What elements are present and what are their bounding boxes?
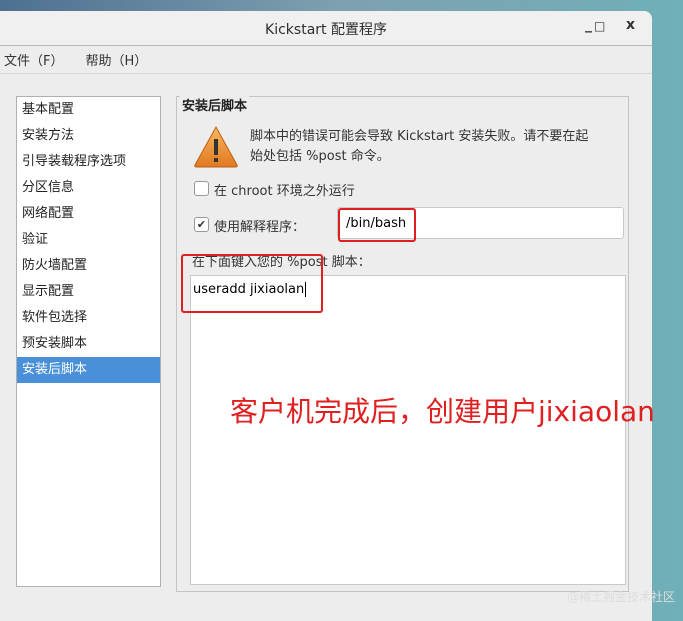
- sidebar-item[interactable]: 安装方法: [17, 123, 160, 149]
- sidebar-item[interactable]: 验证: [17, 227, 160, 253]
- sidebar-item[interactable]: 引导装载程序选项: [17, 149, 160, 175]
- interpreter-label: 使用解释程序：: [214, 220, 306, 235]
- chroot-label: 在 chroot 环境之外运行: [214, 184, 355, 199]
- sidebar-item[interactable]: 基本配置: [17, 97, 160, 123]
- script-textarea[interactable]: useradd jixiaolan​: [190, 275, 626, 585]
- post-script-panel: 安装后脚本 脚本中的错误可能会导致 Kickstart 安装失败。请不要在起始处…: [176, 95, 629, 592]
- chroot-checkbox[interactable]: [194, 181, 209, 196]
- menu-bar: 文件（F） 帮助（H）: [0, 46, 652, 74]
- maximize-button[interactable]: □: [594, 19, 605, 33]
- kickstart-window: Kickstart 配置程序 _ □ x 文件（F） 帮助（H） 基本配置 安装…: [0, 11, 652, 621]
- sidebar-item[interactable]: 显示配置: [17, 279, 160, 305]
- sidebar-item-selected[interactable]: 安装后脚本: [17, 357, 160, 383]
- watermark: @稀土掘金技术社区: [566, 590, 675, 604]
- menu-help[interactable]: 帮助（H）: [85, 50, 147, 69]
- interpreter-checkbox[interactable]: ✔: [194, 217, 209, 232]
- sidebar-item[interactable]: 分区信息: [17, 175, 160, 201]
- window-title: Kickstart 配置程序: [265, 22, 387, 38]
- sidebar-item[interactable]: 防火墙配置: [17, 253, 160, 279]
- sidebar-item[interactable]: 预安装脚本: [17, 331, 160, 357]
- highlight-box-script: [181, 254, 323, 313]
- minimize-button[interactable]: _: [585, 17, 592, 33]
- sidebar-item[interactable]: 网络配置: [17, 201, 160, 227]
- annotation-text: 客户机完成后，创建用户jixiaolan: [230, 395, 655, 428]
- sidebar-list: 基本配置 安装方法 引导装载程序选项 分区信息 网络配置 验证 防火墙配置 显示…: [16, 96, 161, 587]
- warning-text: 脚本中的错误可能会导致 Kickstart 安装失败。请不要在起始处包括 %po…: [250, 129, 589, 164]
- sidebar-item[interactable]: 软件包选择: [17, 305, 160, 331]
- highlight-box-interpreter: [338, 208, 416, 242]
- menu-file[interactable]: 文件（F）: [4, 50, 63, 69]
- title-bar: Kickstart 配置程序 _ □ x: [0, 11, 652, 46]
- close-button[interactable]: x: [626, 17, 635, 33]
- warning-icon: [194, 125, 238, 168]
- panel-title: 安装后脚本: [180, 95, 250, 114]
